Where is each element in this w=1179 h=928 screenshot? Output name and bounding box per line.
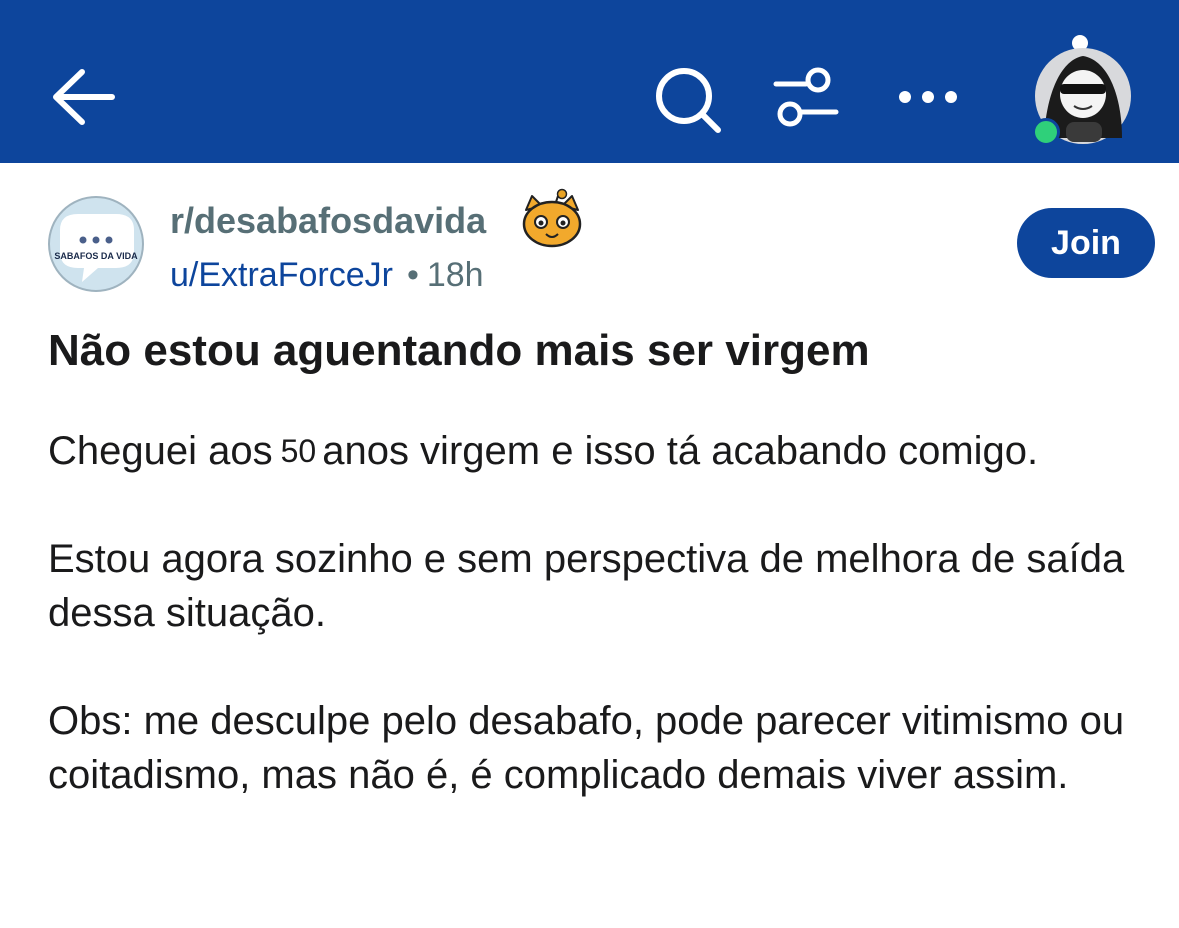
body-text: anos virgem e isso tá acabando comigo. xyxy=(322,429,1039,473)
body-text: Cheguei aos xyxy=(48,429,273,473)
subreddit-avatar-text: SABAFOS DA VIDA xyxy=(54,251,138,261)
more-options-icon[interactable] xyxy=(896,82,960,112)
snoo-avatar-icon xyxy=(522,188,582,248)
post-meta: u/ExtraForceJr • 18h xyxy=(170,256,484,295)
body-paragraph-3: Obs: me desculpe pelo desabafo, pode par… xyxy=(48,699,1125,797)
subreddit-name[interactable]: r/desabafosdavida xyxy=(170,200,486,242)
meta-separator: • xyxy=(406,256,419,294)
body-paragraph-2: Estou agora sozinho e sem perspectiva de… xyxy=(48,537,1125,635)
user-avatar[interactable] xyxy=(1030,30,1140,150)
body-paragraph-1: Cheguei aos 50 anos virgem e isso tá acaba… xyxy=(48,424,1148,478)
filter-icon[interactable] xyxy=(772,66,840,130)
online-status-dot xyxy=(1032,118,1060,146)
search-icon[interactable] xyxy=(652,64,724,136)
author-link[interactable]: u/ExtraForceJr xyxy=(170,256,393,294)
join-button[interactable]: Join xyxy=(1017,208,1155,278)
post-body: Cheguei aos 50 anos virgem e isso tá acaba… xyxy=(48,424,1148,802)
subreddit-avatar[interactable]: SABAFOS DA VIDA xyxy=(48,196,144,292)
top-app-bar xyxy=(0,0,1179,163)
post-time: 18h xyxy=(426,256,484,294)
back-arrow-icon[interactable] xyxy=(48,64,118,130)
post-title[interactable]: Não estou aguentando mais ser virgem xyxy=(48,326,870,376)
age-number: 50 xyxy=(280,433,317,469)
